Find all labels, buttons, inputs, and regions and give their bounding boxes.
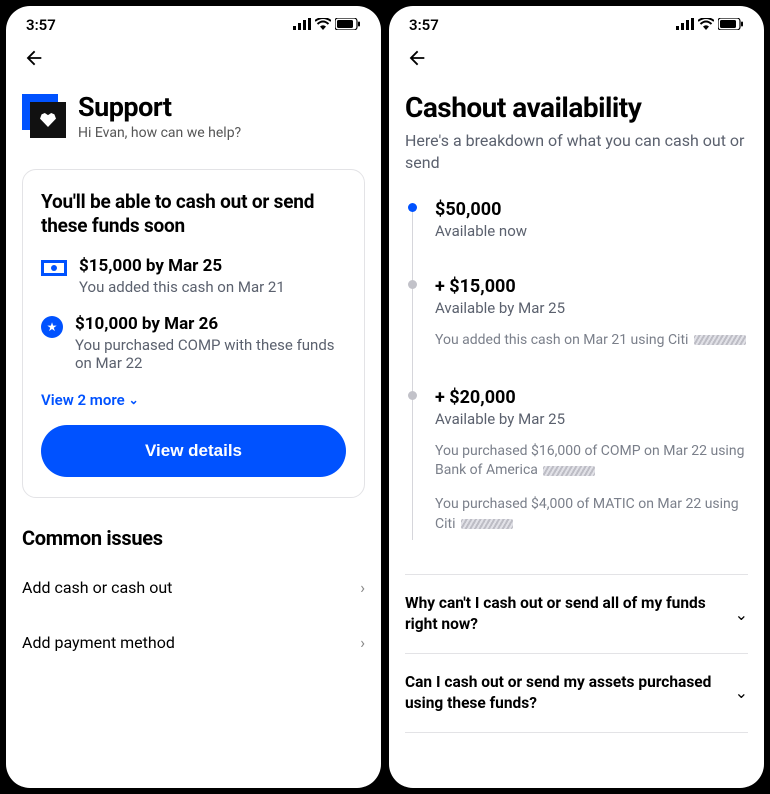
common-issue-row[interactable]: Add payment method ›	[22, 615, 365, 670]
faq-question: Why can't I cash out or send all of my f…	[405, 593, 725, 635]
page-title: Support	[78, 91, 241, 123]
cash-icon	[41, 260, 67, 276]
view-more-link[interactable]: View 2 more ⌄	[41, 391, 139, 409]
faq-question: Can I cash out or send my assets purchas…	[405, 672, 725, 714]
common-issue-row[interactable]: Add cash or cash out ›	[22, 560, 365, 615]
list-item-label: Add cash or cash out	[22, 578, 172, 597]
list-item-label: Add payment method	[22, 633, 175, 652]
status-icons	[676, 16, 744, 34]
fund-subtext: You purchased COMP with these funds on M…	[75, 336, 346, 372]
faq-row[interactable]: Can I cash out or send my assets purchas…	[405, 653, 748, 733]
view-details-button[interactable]: View details	[41, 425, 346, 477]
battery-icon	[718, 16, 744, 34]
timeline-sub: Available by Mar 25	[435, 410, 748, 428]
timeline-dot-icon	[408, 280, 417, 289]
support-screen: 3:57 Support Hi Evan, how can we	[6, 6, 381, 788]
fund-row: $10,000 by Mar 26 You purchased COMP wit…	[41, 314, 346, 372]
common-issues-heading: Common issues	[22, 526, 365, 550]
back-button[interactable]	[22, 46, 46, 70]
timeline-dot-icon	[408, 203, 417, 212]
funds-card: You'll be able to cash out or send these…	[22, 169, 365, 498]
timeline-note: You purchased $16,000 of COMP on Mar 22 …	[435, 442, 748, 481]
fund-row: $15,000 by Mar 25 You added this cash on…	[41, 256, 346, 296]
timeline-sub: Available by Mar 25	[435, 299, 748, 317]
back-button[interactable]	[405, 46, 429, 70]
availability-timeline: $50,000 Available now + $15,000 Availabl…	[405, 199, 748, 570]
fund-headline: $15,000 by Mar 25	[79, 256, 285, 276]
redacted-account-icon	[543, 466, 595, 476]
cashout-screen: 3:57 Cashout availability Here's a break…	[389, 6, 764, 788]
status-time: 3:57	[409, 16, 439, 34]
status-bar: 3:57	[6, 6, 381, 38]
timeline-dot-icon	[408, 391, 417, 400]
faq-list: Why can't I cash out or send all of my f…	[405, 574, 748, 733]
support-content: Support Hi Evan, how can we help? You'll…	[6, 73, 381, 788]
faq-row[interactable]: Why can't I cash out or send all of my f…	[405, 574, 748, 653]
timeline-note: You added this cash on Mar 21 using Citi	[435, 331, 748, 351]
fund-subtext: You added this cash on Mar 21	[79, 278, 285, 296]
chevron-down-icon: ⌄	[129, 393, 139, 407]
nav-bar	[6, 38, 381, 73]
timeline-line	[412, 209, 413, 540]
status-time: 3:57	[26, 16, 56, 34]
signal-icon	[293, 16, 311, 34]
timeline-item: $50,000 Available now	[435, 199, 748, 276]
cashout-content: Cashout availability Here's a breakdown …	[389, 73, 764, 788]
redacted-account-icon	[694, 335, 746, 345]
timeline-note: You purchased $4,000 of MATIC on Mar 22 …	[435, 495, 748, 534]
fund-headline: $10,000 by Mar 26	[75, 314, 346, 334]
timeline-amount: $50,000	[435, 199, 748, 220]
funds-card-title: You'll be able to cash out or send these…	[41, 190, 346, 238]
star-icon	[41, 316, 63, 338]
timeline-item: + $15,000 Available by Mar 25 You added …	[435, 276, 748, 387]
wifi-icon	[698, 16, 714, 34]
page-subtitle: Here's a breakdown of what you can cash …	[405, 130, 748, 173]
chevron-down-icon: ⌄	[735, 605, 748, 624]
support-greeting: Hi Evan, how can we help?	[78, 125, 241, 141]
status-icons	[293, 16, 361, 34]
support-heart-icon	[22, 94, 66, 138]
view-more-label: View 2 more	[41, 391, 125, 409]
nav-bar	[389, 38, 764, 73]
support-header: Support Hi Evan, how can we help?	[22, 73, 365, 151]
chevron-down-icon: ⌄	[735, 683, 748, 702]
status-bar: 3:57	[389, 6, 764, 38]
wifi-icon	[315, 16, 331, 34]
page-title: Cashout availability	[405, 91, 748, 124]
chevron-right-icon: ›	[360, 633, 365, 652]
timeline-amount: + $20,000	[435, 387, 748, 408]
chevron-right-icon: ›	[360, 578, 365, 597]
timeline-amount: + $15,000	[435, 276, 748, 297]
battery-icon	[335, 16, 361, 34]
redacted-account-icon	[461, 519, 513, 529]
signal-icon	[676, 16, 694, 34]
timeline-sub: Available now	[435, 222, 748, 240]
timeline-item: + $20,000 Available by Mar 25 You purcha…	[435, 387, 748, 570]
